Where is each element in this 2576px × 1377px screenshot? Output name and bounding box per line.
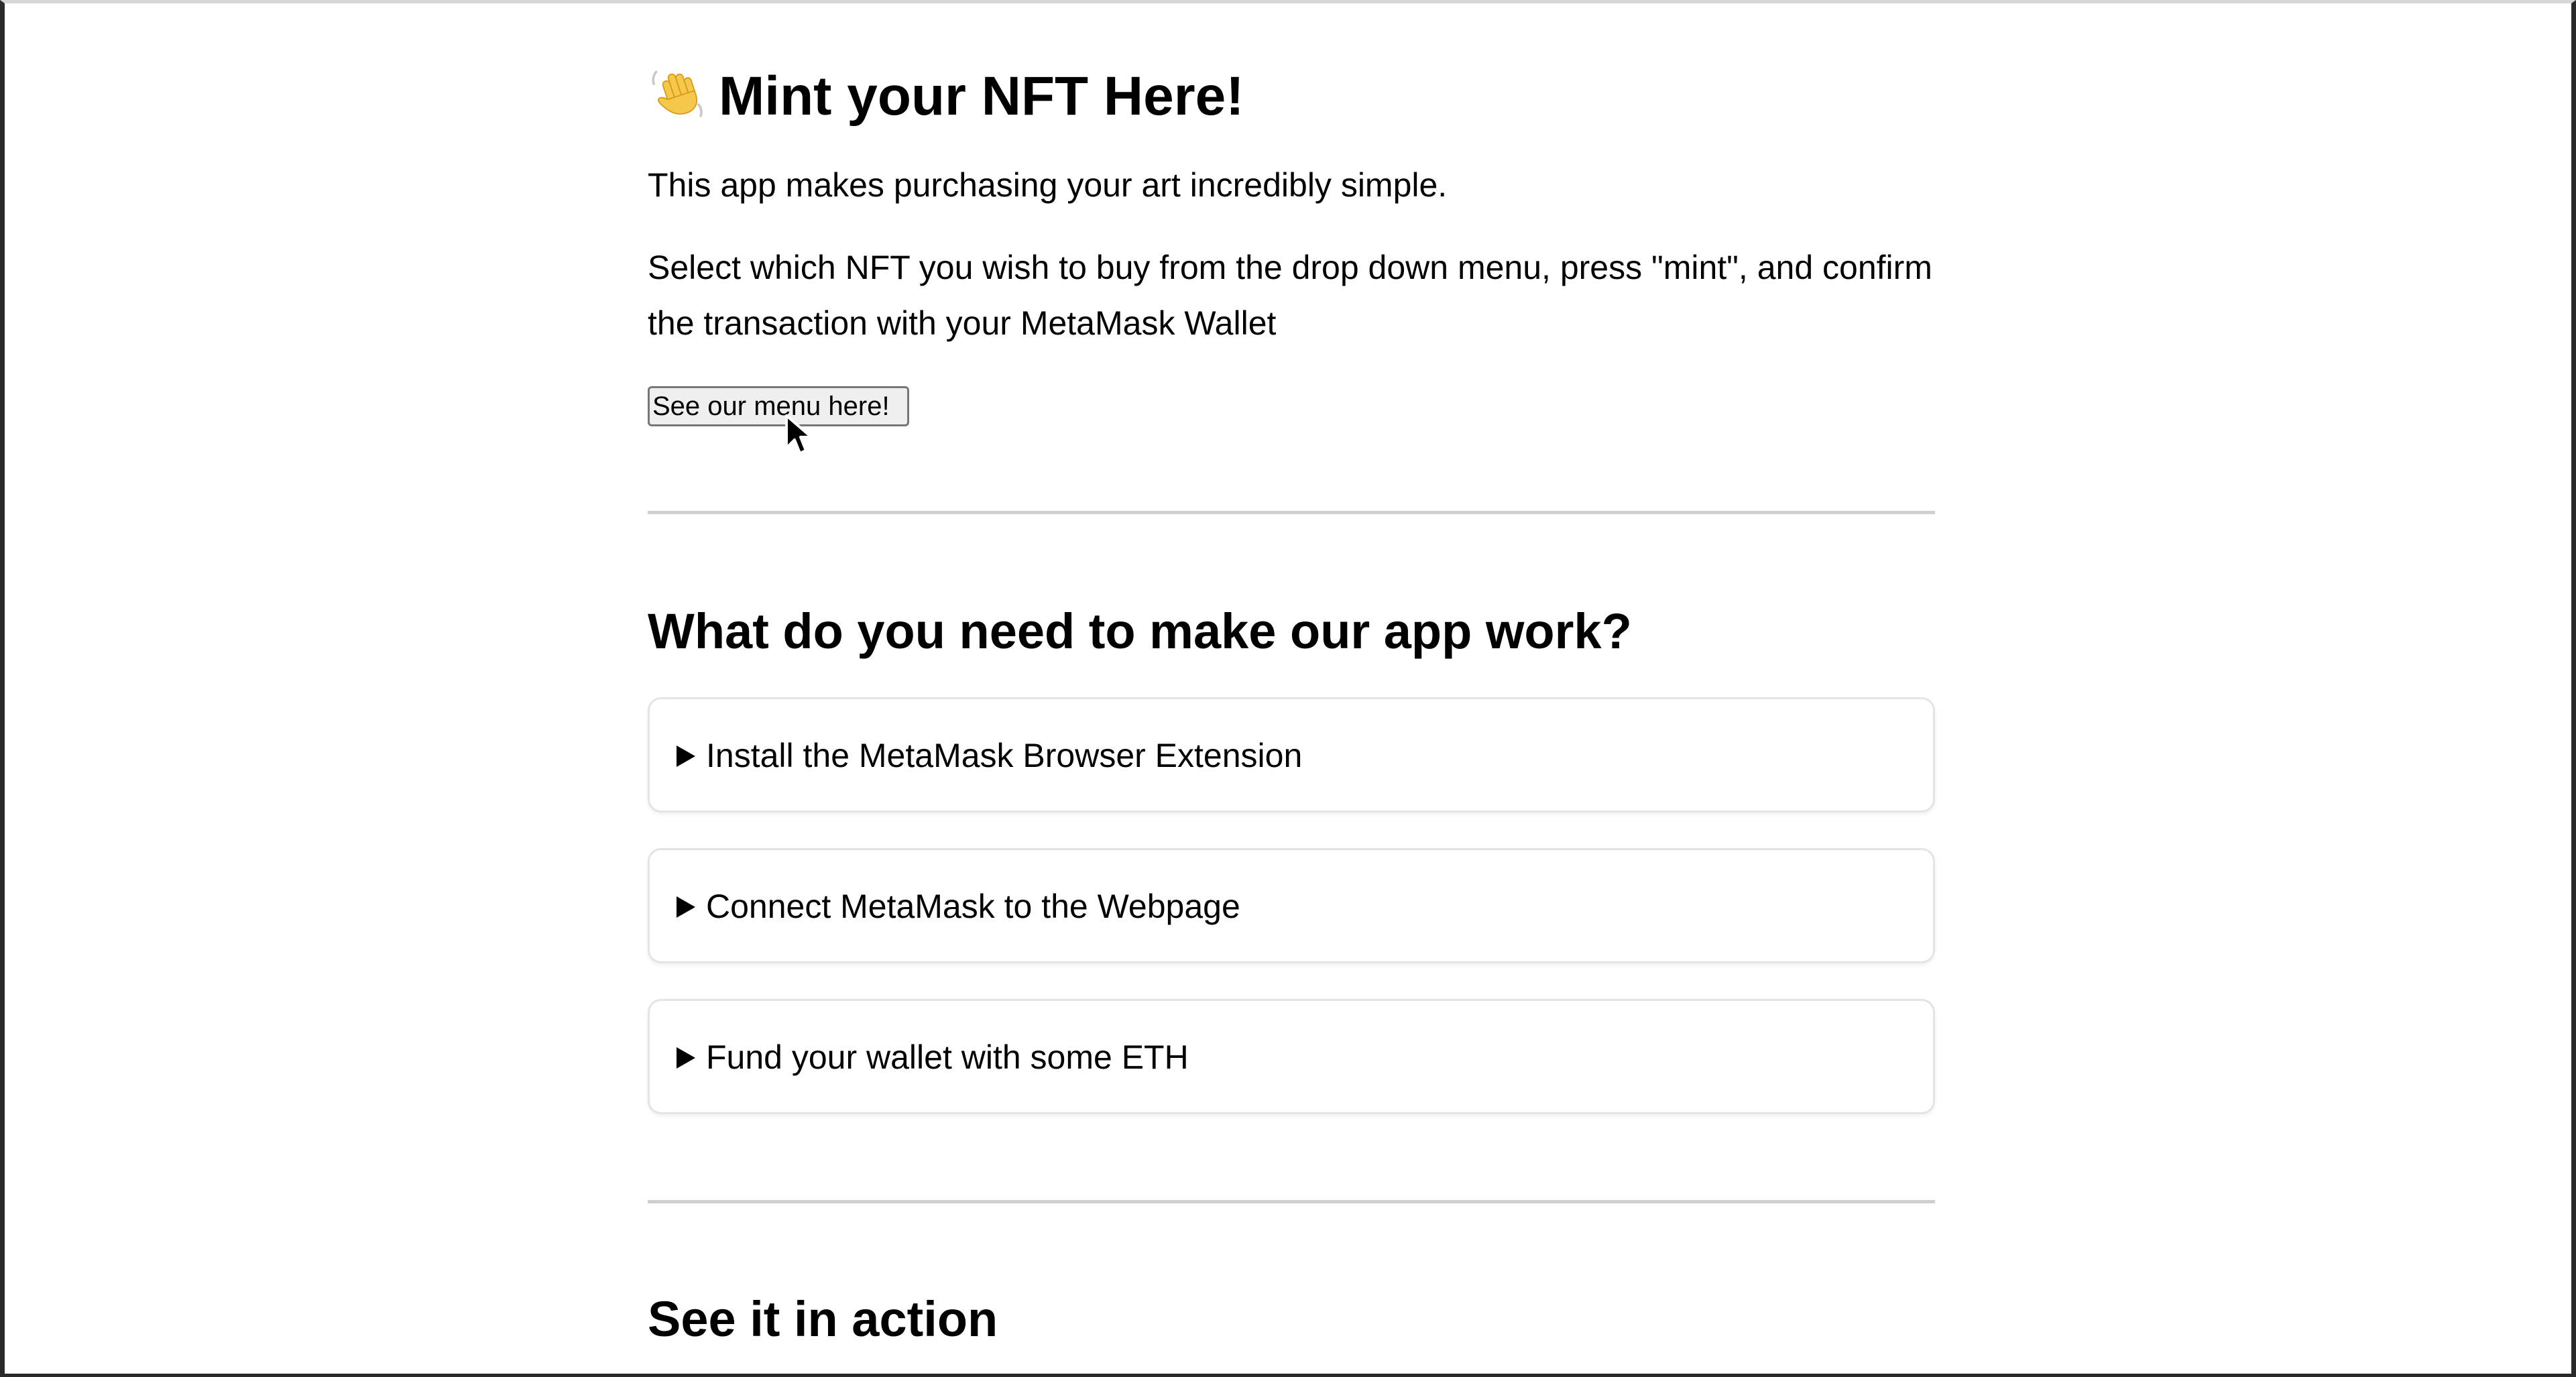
disclosure-triangle-icon xyxy=(677,745,695,767)
disclosure-triangle-icon xyxy=(677,1047,695,1069)
see-menu-button[interactable]: See our menu here! xyxy=(648,386,909,426)
accordion-fund-wallet[interactable]: Fund your wallet with some ETH xyxy=(648,999,1935,1114)
section-divider xyxy=(648,511,1935,514)
see-in-action-heading: See it in action xyxy=(648,1291,998,1347)
accordion-install-metamask[interactable]: Install the MetaMask Browser Extension xyxy=(648,697,1935,813)
page-title: Mint your NFT Here! xyxy=(648,59,1244,134)
mouse-pointer-icon xyxy=(785,414,813,455)
waving-hand-icon xyxy=(652,70,703,117)
accordion-label: Fund your wallet with some ETH xyxy=(706,1038,1189,1076)
accordion-label: Install the MetaMask Browser Extension xyxy=(706,737,1303,774)
intro-text: This app makes purchasing your art incre… xyxy=(648,166,1448,204)
section-divider xyxy=(648,1200,1935,1203)
accordion-connect-metamask[interactable]: Connect MetaMask to the Webpage xyxy=(648,848,1935,963)
page-title-text: Mint your NFT Here! xyxy=(719,66,1244,127)
accordion-label: Connect MetaMask to the Webpage xyxy=(706,888,1240,925)
requirements-heading: What do you need to make our app work? xyxy=(648,603,1632,659)
disclosure-triangle-icon xyxy=(677,896,695,918)
instructions-text: Select which NFT you wish to buy from th… xyxy=(648,249,1932,342)
